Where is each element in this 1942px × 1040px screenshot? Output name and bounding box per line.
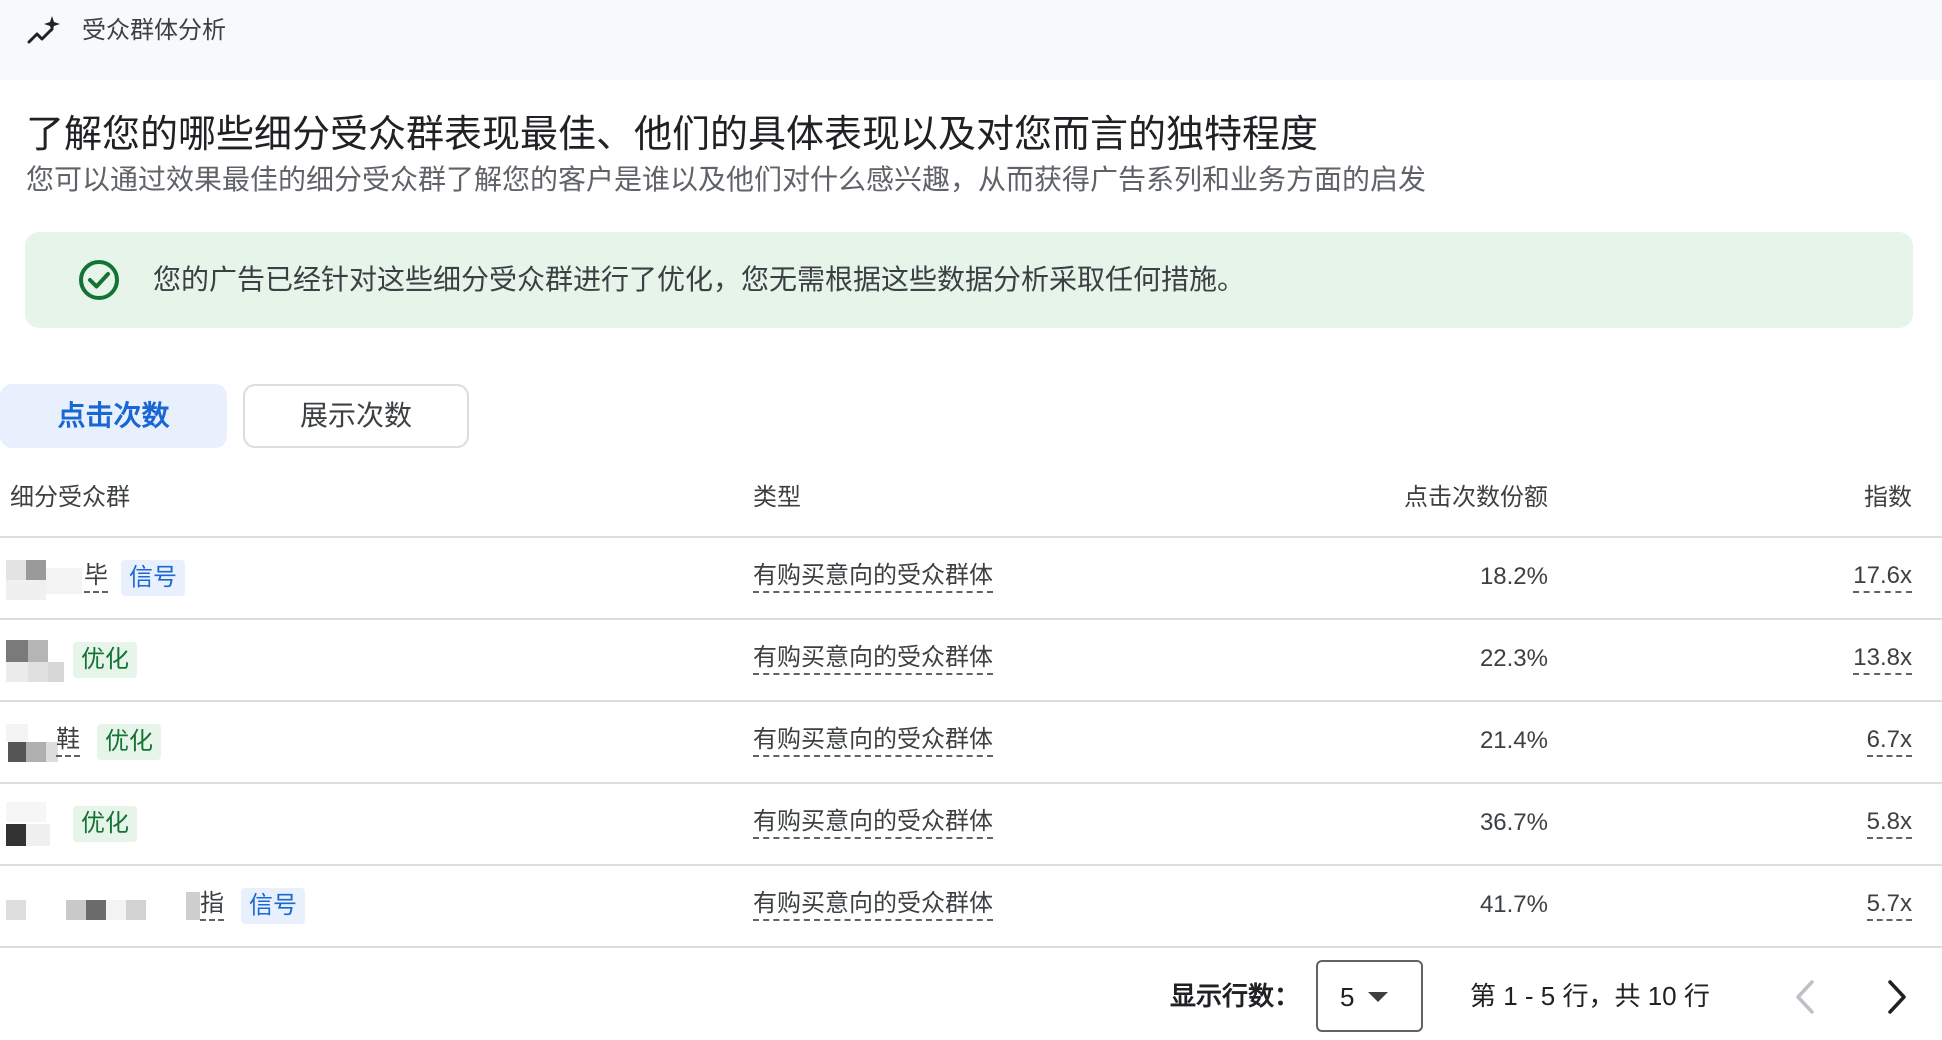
segment-name-fragment[interactable]: 鞋 bbox=[56, 725, 80, 757]
check-circle-icon bbox=[79, 260, 119, 300]
click-share-value: 41.7% bbox=[1479, 891, 1548, 918]
page-header: 受众群体分析 bbox=[0, 0, 1942, 80]
click-share-value: 22.3% bbox=[1479, 645, 1548, 672]
signal-tag: 信号 bbox=[121, 560, 185, 596]
banner-text: 您的广告已经针对这些细分受众群进行了优化，您无需根据这些数据分析采取任何措施。 bbox=[153, 264, 1246, 295]
segment-type[interactable]: 有购买意向的受众群体 bbox=[753, 561, 993, 593]
click-share-value: 18.2% bbox=[1479, 563, 1548, 590]
rows-per-page-label: 显示行数： bbox=[1170, 981, 1301, 1011]
page-title: 了解您的哪些细分受众群表现最佳、他们的具体表现以及对您而言的独特程度 bbox=[26, 114, 1319, 156]
optimized-notice-banner: 您的广告已经针对这些细分受众群进行了优化，您无需根据这些数据分析采取任何措施。 bbox=[25, 232, 1913, 328]
segment-name-fragment[interactable]: 指 bbox=[200, 889, 224, 921]
caret-down-icon bbox=[1368, 992, 1388, 1002]
rows-per-page-select[interactable]: 5 bbox=[1316, 960, 1423, 1032]
table-row[interactable]: 毕 信号 有购买意向的受众群体 18.2% 17.6x bbox=[0, 538, 1942, 620]
index-value[interactable]: 6.7x bbox=[1866, 725, 1912, 757]
click-share-value: 21.4% bbox=[1479, 727, 1548, 754]
table-row[interactable]: 鞋 优化 有购买意向的受众群体 21.4% 6.7x bbox=[0, 702, 1942, 784]
rows-per-page-value: 5 bbox=[1340, 982, 1355, 1012]
tab-clicks[interactable]: 点击次数 bbox=[0, 384, 227, 448]
click-share-value: 36.7% bbox=[1479, 809, 1548, 836]
segment-type[interactable]: 有购买意向的受众群体 bbox=[753, 889, 993, 921]
optimized-tag: 优化 bbox=[73, 806, 137, 842]
page-subtitle: 您可以通过效果最佳的细分受众群了解您的客户是谁以及他们对什么感兴趣，从而获得广告… bbox=[26, 164, 1427, 195]
index-value[interactable]: 17.6x bbox=[1853, 561, 1912, 593]
header-title: 受众群体分析 bbox=[82, 17, 226, 44]
table-row[interactable]: 指 信号 有购买意向的受众群体 41.7% 5.7x bbox=[0, 866, 1942, 948]
segment-name-redacted[interactable] bbox=[0, 620, 70, 702]
signal-tag: 信号 bbox=[241, 888, 305, 924]
chevron-left-icon[interactable] bbox=[1786, 976, 1826, 1018]
chevron-right-icon[interactable] bbox=[1876, 976, 1916, 1018]
column-header-click-share[interactable]: 点击次数份额 bbox=[1404, 482, 1548, 514]
segment-name-redacted[interactable]: 鞋 bbox=[0, 702, 96, 784]
tab-impressions[interactable]: 展示次数 bbox=[243, 384, 469, 448]
insights-sparkle-icon bbox=[27, 16, 60, 44]
segment-type[interactable]: 有购买意向的受众群体 bbox=[753, 725, 993, 757]
column-header-index[interactable]: 指数 bbox=[1864, 482, 1912, 514]
index-value[interactable]: 5.8x bbox=[1866, 807, 1912, 839]
segment-name-fragment[interactable]: 毕 bbox=[84, 561, 108, 593]
optimized-tag: 优化 bbox=[73, 642, 137, 678]
column-header-type[interactable]: 类型 bbox=[753, 482, 801, 514]
column-header-segment[interactable]: 细分受众群 bbox=[10, 482, 130, 514]
index-value[interactable]: 5.7x bbox=[1866, 889, 1912, 921]
pagination-range: 第 1 - 5 行，共 10 行 bbox=[1470, 981, 1710, 1011]
segment-type[interactable]: 有购买意向的受众群体 bbox=[753, 643, 993, 675]
table-row[interactable]: 优化 有购买意向的受众群体 22.3% 13.8x bbox=[0, 620, 1942, 702]
segment-name-redacted[interactable]: 指 bbox=[0, 866, 236, 948]
index-value[interactable]: 13.8x bbox=[1853, 643, 1912, 675]
segment-name-redacted[interactable] bbox=[0, 784, 70, 866]
table-row[interactable]: 优化 有购买意向的受众群体 36.7% 5.8x bbox=[0, 784, 1942, 866]
segment-name-redacted[interactable]: 毕 bbox=[0, 538, 120, 620]
optimized-tag: 优化 bbox=[97, 724, 161, 760]
segment-type[interactable]: 有购买意向的受众群体 bbox=[753, 807, 993, 839]
